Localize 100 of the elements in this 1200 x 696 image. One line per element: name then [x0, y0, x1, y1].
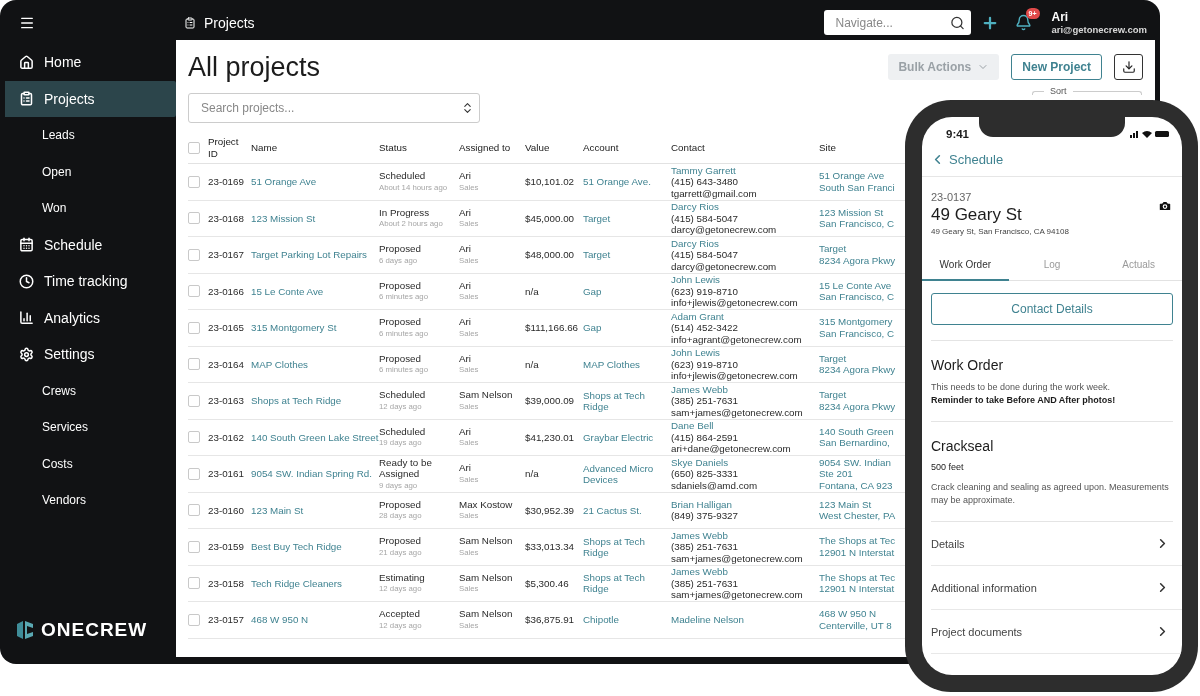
site-address-line[interactable]: San Francisco, C: [819, 327, 895, 340]
row-checkbox[interactable]: [188, 540, 200, 553]
site-address-line[interactable]: 8234 Agora Pkwy: [819, 364, 896, 376]
site-address-line[interactable]: The Shops at Tec: [819, 535, 896, 547]
site-address-line[interactable]: Target: [819, 389, 847, 401]
row-checkbox[interactable]: [188, 394, 200, 407]
account-link[interactable]: Shops at Tech Ridge: [583, 389, 671, 412]
account-link[interactable]: Gap: [583, 322, 671, 334]
sidebar-subitem[interactable]: Won: [5, 190, 176, 227]
site-address-line[interactable]: West Chester, PA: [819, 510, 896, 522]
site-address-line[interactable]: San Francisco, C: [819, 218, 895, 230]
sidebar-subitem[interactable]: Open: [5, 153, 176, 190]
site-address-line[interactable]: Ste 201: [819, 468, 853, 480]
row-checkbox[interactable]: [188, 467, 200, 480]
row-checkbox[interactable]: [188, 504, 200, 517]
contact-name-link[interactable]: James Webb: [671, 529, 728, 541]
project-name-link[interactable]: Tech Ridge Cleaners: [251, 577, 379, 589]
download-button[interactable]: [1114, 54, 1143, 80]
site-address-line[interactable]: Target: [819, 352, 847, 365]
site-address-line[interactable]: 123 Mission St: [819, 206, 884, 219]
row-checkbox[interactable]: [188, 285, 200, 298]
sidebar-item[interactable]: Analytics: [5, 299, 176, 336]
detail-link-row[interactable]: Project documents: [931, 610, 1182, 654]
contact-name-link[interactable]: John Lewis: [671, 347, 720, 359]
search-field[interactable]: Search projects...: [188, 93, 480, 123]
contact-name-link[interactable]: Darcy Rios: [671, 201, 719, 213]
site-address-line[interactable]: 123 Main St: [819, 498, 872, 511]
site-address-line[interactable]: The Shops at Tec: [819, 571, 896, 584]
sidebar-item[interactable]: Schedule: [5, 226, 176, 263]
row-checkbox[interactable]: [188, 577, 200, 590]
tab[interactable]: Work Order: [922, 250, 1009, 281]
project-name-link[interactable]: 9054 SW. Indian Spring Rd.: [251, 468, 379, 480]
camera-icon[interactable]: [1158, 199, 1172, 213]
account-link[interactable]: Shops at Tech Ridge: [583, 535, 671, 558]
site-address-line[interactable]: 12901 N Interstat: [819, 583, 895, 595]
sidebar-subitem[interactable]: Vendors: [5, 482, 176, 519]
site-address-line[interactable]: Target: [819, 243, 847, 255]
bell-icon[interactable]: [1014, 14, 1032, 31]
navigate-field[interactable]: Navigate...: [823, 10, 971, 35]
account-link[interactable]: MAP Clothes: [583, 358, 671, 370]
row-checkbox[interactable]: [188, 358, 200, 371]
site-address-line[interactable]: Fontana, CA 923: [819, 479, 893, 491]
account-link[interactable]: Gap: [583, 285, 671, 297]
contact-name-link[interactable]: Tammy Garrett: [671, 164, 736, 176]
project-name-link[interactable]: 123 Mission St: [251, 212, 379, 224]
site-address-line[interactable]: 15 Le Conte Ave: [819, 279, 892, 292]
tab[interactable]: Actuals: [1095, 250, 1182, 281]
contact-name-link[interactable]: James Webb: [671, 566, 728, 578]
sidebar-subitem[interactable]: Costs: [5, 445, 176, 482]
row-checkbox[interactable]: [188, 248, 200, 261]
tab[interactable]: Log: [1008, 250, 1096, 281]
account-link[interactable]: Advanced Micro Devices: [583, 462, 671, 485]
contact-name-link[interactable]: Skye Daniels: [671, 456, 729, 468]
site-address-line[interactable]: 51 Orange Ave: [819, 170, 885, 182]
sidebar-item[interactable]: Settings: [5, 336, 176, 373]
row-checkbox[interactable]: [188, 212, 200, 225]
site-address-line[interactable]: Centerville, UT 8: [819, 619, 892, 632]
row-checkbox[interactable]: [188, 613, 200, 626]
contact-name-link[interactable]: Brian Halligan: [671, 498, 732, 511]
site-address-line[interactable]: 468 W 950 N: [819, 608, 877, 620]
new-project-button[interactable]: New Project: [1011, 54, 1102, 80]
sort-field[interactable]: Sort: [1032, 86, 1142, 95]
contact-name-link[interactable]: John Lewis: [671, 274, 720, 286]
account-link[interactable]: Shops at Tech Ridge: [583, 572, 671, 595]
row-checkbox[interactable]: [188, 431, 200, 444]
contact-details-button[interactable]: Contact Details: [931, 293, 1173, 325]
site-address-line[interactable]: 8234 Agora Pkwy: [819, 400, 896, 413]
project-name-link[interactable]: Shops at Tech Ridge: [251, 395, 379, 407]
sidebar-subitem[interactable]: Leads: [5, 117, 176, 154]
contact-name-link[interactable]: Madeline Nelson: [671, 614, 744, 626]
contact-name-link[interactable]: James Webb: [671, 383, 728, 395]
sidebar-item[interactable]: Projects: [5, 80, 176, 117]
site-address-line[interactable]: 315 Montgomery: [819, 316, 893, 328]
project-name-link[interactable]: 315 Montgomery St: [251, 322, 379, 334]
project-name-link[interactable]: 123 Main St: [251, 504, 379, 516]
account-link[interactable]: Target: [583, 249, 671, 261]
account-link[interactable]: Target: [583, 212, 671, 224]
detail-link-row[interactable]: Additional information: [931, 566, 1182, 610]
sidebar-subitem[interactable]: Services: [5, 409, 176, 446]
select-all-checkbox[interactable]: [188, 141, 200, 154]
project-name-link[interactable]: Best Buy Tech Ridge: [251, 541, 379, 553]
detail-link-row[interactable]: Details: [931, 522, 1182, 566]
site-address-line[interactable]: 140 South Green: [819, 425, 894, 438]
site-address-line[interactable]: San Bernardino,: [819, 437, 890, 449]
contact-name-link[interactable]: Darcy Rios: [671, 237, 719, 249]
project-name-link[interactable]: 468 W 950 N: [251, 614, 379, 626]
sidebar-subitem[interactable]: Crews: [5, 372, 176, 409]
project-name-link[interactable]: Target Parking Lot Repairs: [251, 249, 379, 261]
account-link[interactable]: Graybar Electric: [583, 431, 671, 443]
contact-name-link[interactable]: Adam Grant: [671, 310, 724, 322]
back-link[interactable]: Schedule: [949, 152, 1004, 167]
row-checkbox[interactable]: [188, 321, 200, 334]
account-link[interactable]: Chipotle: [583, 614, 671, 626]
project-name-link[interactable]: 15 Le Conte Ave: [251, 285, 379, 297]
project-name-link[interactable]: 51 Orange Ave: [251, 176, 379, 188]
sidebar-item[interactable]: Time tracking: [5, 263, 176, 300]
site-address-line[interactable]: 12901 N Interstat: [819, 546, 895, 559]
site-address-line[interactable]: 8234 Agora Pkwy: [819, 254, 896, 267]
site-address-line[interactable]: South San Franci: [819, 181, 895, 194]
account-link[interactable]: 51 Orange Ave.: [583, 176, 671, 188]
